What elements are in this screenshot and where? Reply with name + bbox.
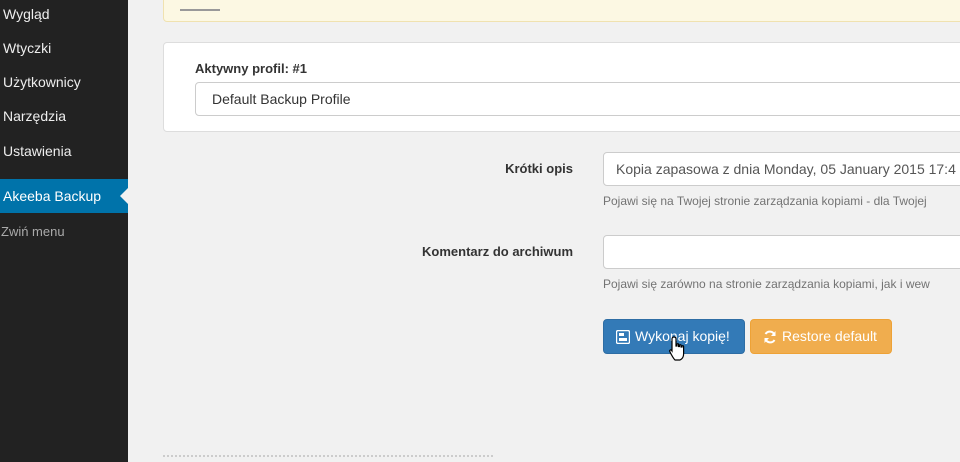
- admin-sidebar: Wygląd Wtyczki Użytkownicy Narzędzia Ust…: [0, 0, 128, 462]
- restore-default-label: Restore default: [782, 328, 877, 344]
- sidebar-item-settings[interactable]: Ustawienia: [0, 134, 128, 168]
- hand-cursor-icon: [669, 336, 685, 361]
- profile-select[interactable]: Default Backup Profile: [195, 82, 960, 116]
- profile-panel: Aktywny profil: #1 Default Backup Profil…: [163, 42, 960, 132]
- description-input[interactable]: Kopia zapasowa z dnia Monday, 05 January…: [603, 152, 960, 186]
- refresh-icon: [764, 330, 776, 343]
- backup-icon: [616, 329, 630, 344]
- comment-help: Pojawi się zarówno na stronie zarządzani…: [603, 277, 930, 291]
- collapse-menu-label: Zwiń menu: [1, 224, 65, 239]
- sidebar-item-appearance[interactable]: Wygląd: [0, 0, 128, 31]
- description-label: Krótki opis: [505, 161, 573, 176]
- sidebar-item-label: Narzędzia: [3, 108, 67, 124]
- sidebar-item-label: Użytkownicy: [3, 74, 81, 90]
- sidebar-item-tools[interactable]: Narzędzia: [0, 99, 128, 133]
- notice-box: [163, 0, 960, 22]
- profile-label: Aktywny profil: #1: [195, 61, 307, 76]
- sidebar-item-label: Ustawienia: [3, 143, 72, 159]
- sidebar-item-label: Wygląd: [3, 6, 50, 22]
- sidebar-item-users[interactable]: Użytkownicy: [0, 65, 128, 99]
- sidebar-item-label: Akeeba Backup: [3, 188, 102, 204]
- restore-default-button[interactable]: Restore default: [750, 319, 892, 354]
- sidebar-item-plugins[interactable]: Wtyczki: [0, 31, 128, 65]
- sidebar-item-label: Wtyczki: [3, 40, 52, 56]
- collapse-menu-button[interactable]: Zwiń menu: [0, 220, 65, 244]
- notice-divider: [180, 5, 220, 11]
- sidebar-item-akeeba-backup[interactable]: Akeeba Backup: [0, 179, 128, 213]
- description-help: Pojawi się na Twojej stronie zarządzania…: [603, 194, 927, 208]
- footer-text: [163, 455, 493, 462]
- comment-input[interactable]: [603, 235, 960, 269]
- comment-label: Komentarz do archiwum: [422, 244, 573, 259]
